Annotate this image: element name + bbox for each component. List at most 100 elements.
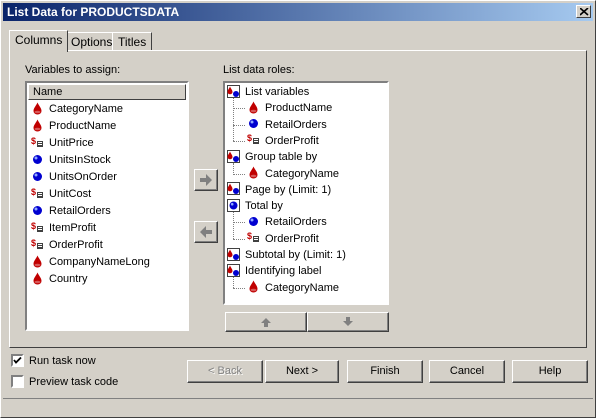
currency-icon: $ xyxy=(31,136,44,149)
currency-icon: $ xyxy=(247,231,260,244)
name-column-header[interactable]: Name xyxy=(28,84,186,100)
variable-name: RetailOrders xyxy=(49,205,111,217)
next-button[interactable]: Next > xyxy=(265,360,339,383)
dialog-window: List Data for PRODUCTSDATA Columns Optio… xyxy=(0,0,596,418)
checkmark-icon xyxy=(13,356,22,364)
variable-item-unitcost[interactable]: $ UnitCost xyxy=(31,186,91,202)
cancel-button[interactable]: Cancel xyxy=(429,360,505,383)
role-group-group-table-by[interactable]: Group table by xyxy=(227,149,317,165)
role-group-identifying-label[interactable]: Identifying label xyxy=(227,263,321,279)
variables-list[interactable]: Name CategoryName ProductName $ UnitPrice Un… xyxy=(25,81,189,331)
role-item-orderprofit[interactable]: $ OrderProfit xyxy=(247,133,319,149)
run-task-now-checkbox[interactable] xyxy=(11,354,24,367)
variable-item-companynamelong[interactable]: CompanyNameLong xyxy=(31,254,150,270)
variable-item-unitprice[interactable]: $ UnitPrice xyxy=(31,135,94,151)
remove-button[interactable] xyxy=(194,221,218,243)
tab-titles[interactable]: Titles xyxy=(112,32,153,50)
currency-icon: $ xyxy=(247,133,260,146)
role-group-total-by[interactable]: Total by xyxy=(227,198,283,214)
numeric-icon xyxy=(31,153,44,166)
role-text: CategoryName xyxy=(265,167,339,180)
tab-options[interactable]: Options xyxy=(65,32,119,50)
numeric-icon xyxy=(31,204,44,217)
variable-item-retailorders[interactable]: RetailOrders xyxy=(31,203,111,219)
help-button[interactable]: Help xyxy=(512,360,588,383)
roles-tree[interactable]: List variables ProductName RetailOrders $ Or… xyxy=(223,81,389,305)
arrow-left-icon xyxy=(200,226,212,238)
character-icon xyxy=(247,101,260,114)
role-item-retailorders[interactable]: RetailOrders xyxy=(247,214,327,230)
numeric-icon xyxy=(247,117,260,130)
role-text: Page by (Limit: 1) xyxy=(245,183,332,196)
variable-item-itemprofit[interactable]: $ ItemProfit xyxy=(31,220,96,236)
role-icon xyxy=(227,247,240,261)
preview-task-code-checkbox[interactable] xyxy=(11,375,24,388)
variable-name: CompanyNameLong xyxy=(49,256,150,268)
arrow-down-icon xyxy=(343,317,353,326)
svg-text:$: $ xyxy=(247,231,252,241)
numeric-icon xyxy=(247,215,260,228)
variable-name: UnitsInStock xyxy=(49,154,111,166)
variable-item-country[interactable]: Country xyxy=(31,271,88,287)
variable-name: Country xyxy=(49,273,88,285)
preview-task-code-label: Preview task code xyxy=(29,376,119,388)
role-group-subtotal-by-limit-1[interactable]: Subtotal by (Limit: 1) xyxy=(227,247,346,263)
status-bar xyxy=(3,398,593,417)
role-icon xyxy=(227,149,240,163)
role-item-categoryname[interactable]: CategoryName xyxy=(247,166,339,182)
character-icon xyxy=(31,102,44,115)
role-text: ProductName xyxy=(265,102,333,115)
role-text: List variables xyxy=(245,86,310,98)
variables-label: Variables to assign: xyxy=(25,64,121,76)
role-group-list-variables[interactable]: List variables xyxy=(227,84,309,100)
role-icon xyxy=(227,182,240,196)
role-icon xyxy=(227,84,240,98)
variable-name: UnitPrice xyxy=(49,137,94,149)
variable-name: ItemProfit xyxy=(49,222,97,234)
move-down-button[interactable] xyxy=(307,312,389,332)
role-text: OrderProfit xyxy=(265,134,319,147)
role-item-retailorders[interactable]: RetailOrders xyxy=(247,117,327,133)
role-text: RetailOrders xyxy=(265,118,327,131)
variable-name: UnitCost xyxy=(49,188,92,200)
run-task-now-label: Run task now xyxy=(29,355,96,367)
variable-item-orderprofit[interactable]: $ OrderProfit xyxy=(31,237,103,253)
character-icon xyxy=(247,280,260,293)
roles-label: List data roles: xyxy=(223,64,295,76)
move-up-button[interactable] xyxy=(225,312,307,332)
svg-text:$: $ xyxy=(31,221,36,231)
role-text: OrderProfit xyxy=(265,232,319,245)
variable-item-unitsinstock[interactable]: UnitsInStock xyxy=(31,152,111,168)
finish-button[interactable]: Finish xyxy=(347,360,423,383)
arrow-up-icon xyxy=(261,318,271,327)
title-bar: List Data for PRODUCTSDATA xyxy=(3,3,593,21)
close-button[interactable] xyxy=(576,5,591,18)
role-group-page-by-limit-1[interactable]: Page by (Limit: 1) xyxy=(227,182,331,198)
role-item-orderprofit[interactable]: $ OrderProfit xyxy=(247,231,319,247)
variable-item-unitsonorder[interactable]: UnitsOnOrder xyxy=(31,169,117,185)
window-title: List Data for PRODUCTSDATA xyxy=(7,5,180,19)
character-icon xyxy=(247,166,260,179)
role-text: RetailOrders xyxy=(265,216,327,229)
variable-item-productname[interactable]: ProductName xyxy=(31,118,116,134)
back-button[interactable]: < Back xyxy=(187,360,263,383)
role-text: Total by xyxy=(245,200,283,213)
svg-text:$: $ xyxy=(247,133,252,143)
character-icon xyxy=(31,272,44,285)
role-item-productname[interactable]: ProductName xyxy=(247,100,332,116)
svg-text:$: $ xyxy=(31,187,36,197)
assign-button[interactable] xyxy=(194,169,218,191)
variable-name: UnitsOnOrder xyxy=(49,171,117,183)
svg-text:$: $ xyxy=(31,136,36,146)
tab-columns[interactable]: Columns xyxy=(9,30,69,52)
role-text: Identifying label xyxy=(245,265,322,278)
currency-icon: $ xyxy=(31,238,44,251)
role-text: Subtotal by (Limit: 1) xyxy=(245,249,346,261)
variable-name: ProductName xyxy=(49,120,117,132)
currency-icon: $ xyxy=(31,221,44,234)
close-icon xyxy=(580,8,589,16)
currency-icon: $ xyxy=(31,187,44,200)
arrow-right-icon xyxy=(200,174,212,186)
role-item-categoryname[interactable]: CategoryName xyxy=(247,280,339,296)
variable-item-categoryname[interactable]: CategoryName xyxy=(31,101,123,117)
